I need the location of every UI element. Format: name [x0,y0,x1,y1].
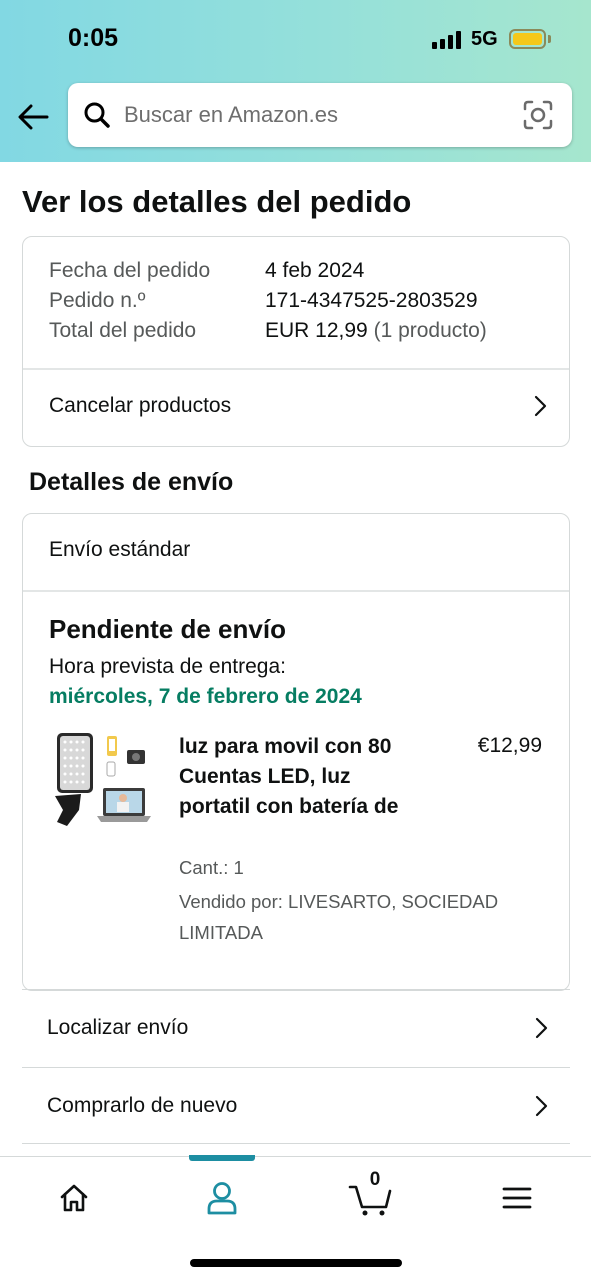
menu-icon [502,1187,532,1209]
order-date-value: 4 feb 2024 [265,259,365,282]
tab-menu[interactable] [492,1173,542,1223]
track-package-button[interactable]: Localizar envío [22,989,570,1066]
chevron-right-icon [534,395,547,417]
buy-again-button[interactable]: Comprarlo de nuevo [22,1067,570,1144]
product-title[interactable]: luz para movil con 80 Cuentas LED, luz p… [179,732,424,822]
account-icon [207,1182,237,1215]
delivery-estimate-date: miércoles, 7 de febrero de 2024 [49,685,362,708]
shipping-method: Envío estándar [49,538,191,561]
tab-cart[interactable]: 0 [346,1169,396,1223]
back-arrow-icon [18,104,49,130]
page-title: Ver los detalles del pedido [22,184,412,219]
shipment-status: Pendiente de envío [49,614,286,644]
chevron-right-icon [535,1017,548,1039]
order-total-label: Total del pedido [49,319,197,342]
back-button[interactable] [14,98,52,136]
search-input[interactable] [124,95,504,135]
network-type: 5G [471,28,498,50]
shipping-section-title: Detalles de envío [29,468,234,496]
battery-icon [509,29,546,49]
product-quantity: Cant.: 1 [179,857,244,878]
order-summary-card: Fecha del pedido 4 feb 2024 Pedido n.º 1… [22,236,570,447]
chevron-right-icon [535,1095,548,1117]
divider [23,590,569,592]
signal-icon [432,31,462,49]
order-number-value: 171-4347525-2803529 [265,289,478,312]
search-bar[interactable] [68,83,572,147]
delivery-estimate-label: Hora prevista de entrega: [49,655,286,678]
status-time: 0:05 [68,24,119,52]
order-date-label: Fecha del pedido [49,259,211,282]
track-package-label: Localizar envío [47,1016,189,1039]
search-icon[interactable] [82,100,112,130]
order-total-value: EUR 12,99 [265,319,368,342]
cancel-products-label: Cancelar productos [49,394,232,417]
tab-home[interactable] [49,1173,99,1223]
order-number-label: Pedido n.º [49,289,146,312]
cart-count: 0 [369,1169,381,1190]
header: 0:05 5G [0,0,591,162]
active-tab-indicator [189,1155,255,1161]
order-product-count: (1 producto) [373,319,487,342]
home-icon [60,1184,88,1212]
order-total-value-group: EUR 12,99 (1 producto) [265,319,487,343]
cancel-products-button[interactable]: Cancelar productos [23,368,569,444]
tab-account[interactable] [197,1173,247,1223]
battery-tip [548,35,551,43]
shipment-card: Envío estándar Pendiente de envío Hora p… [22,513,570,991]
home-indicator [190,1259,402,1267]
product-image[interactable] [51,730,151,840]
camera-lens-icon[interactable] [522,99,554,131]
product-price: €12,99 [477,734,542,757]
buy-again-label: Comprarlo de nuevo [47,1093,238,1117]
product-seller: Vendido por: LIVESARTO, SOCIEDAD LIMITAD… [179,891,499,943]
